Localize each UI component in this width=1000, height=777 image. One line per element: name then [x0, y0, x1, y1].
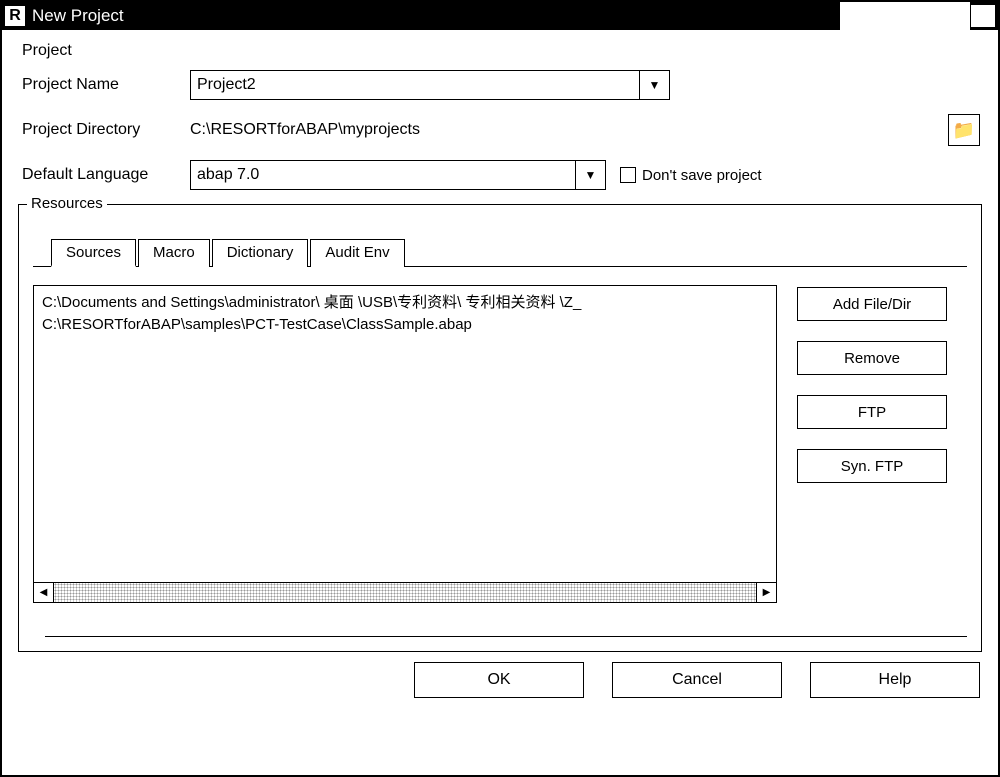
titlebar-spacer [840, 2, 970, 30]
syn-ftp-button[interactable]: Syn. FTP [797, 449, 947, 483]
app-icon: R [4, 5, 26, 27]
chevron-down-icon: ▼ [585, 168, 597, 182]
cancel-button[interactable]: Cancel [612, 662, 782, 698]
menu-project[interactable]: Project [22, 42, 984, 60]
scroll-right-button[interactable]: ▶ [756, 583, 776, 602]
divider [45, 636, 967, 637]
titlebar: R New Project x [2, 2, 998, 30]
horizontal-scrollbar[interactable]: ◀ ▶ [34, 582, 776, 602]
browse-directory-button[interactable]: 📁 [948, 114, 980, 146]
sources-listbox[interactable]: C:\Documents and Settings\administrator\… [33, 285, 777, 603]
folder-icon: 📁 [953, 120, 975, 141]
ok-button[interactable]: OK [414, 662, 584, 698]
help-button[interactable]: Help [810, 662, 980, 698]
list-item[interactable]: C:\RESORTforABAP\samples\PCT-TestCase\Cl… [42, 314, 768, 336]
new-project-dialog: R New Project x Project Project Name ▼ P… [0, 0, 1000, 777]
dont-save-project-label: Don't save project [642, 167, 762, 184]
tab-sources[interactable]: Sources [51, 239, 136, 267]
triangle-right-icon: ▶ [763, 587, 771, 598]
default-language-input[interactable] [190, 160, 576, 190]
project-name-dropdown-button[interactable]: ▼ [640, 70, 670, 100]
tab-audit-env[interactable]: Audit Env [310, 239, 404, 267]
dont-save-project-checkbox[interactable] [620, 167, 636, 183]
close-button[interactable]: x [970, 4, 996, 28]
resources-group: Resources Sources Macro Dictionary Audit… [18, 204, 982, 652]
project-name-label: Project Name [22, 76, 190, 94]
chevron-down-icon: ▼ [649, 78, 661, 92]
tab-macro[interactable]: Macro [138, 239, 210, 267]
tab-dictionary[interactable]: Dictionary [212, 239, 309, 267]
add-file-dir-button[interactable]: Add File/Dir [797, 287, 947, 321]
project-name-input[interactable] [190, 70, 640, 100]
default-language-dropdown-button[interactable]: ▼ [576, 160, 606, 190]
ftp-button[interactable]: FTP [797, 395, 947, 429]
resources-legend: Resources [27, 195, 107, 212]
window-title: New Project [32, 6, 840, 26]
project-directory-label: Project Directory [22, 121, 190, 139]
default-language-label: Default Language [22, 166, 190, 184]
triangle-left-icon: ◀ [40, 587, 48, 598]
list-item[interactable]: C:\Documents and Settings\administrator\… [42, 292, 768, 314]
project-directory-value: C:\RESORTforABAP\myprojects [190, 121, 420, 139]
scroll-track[interactable] [54, 583, 756, 602]
remove-button[interactable]: Remove [797, 341, 947, 375]
scroll-left-button[interactable]: ◀ [34, 583, 54, 602]
